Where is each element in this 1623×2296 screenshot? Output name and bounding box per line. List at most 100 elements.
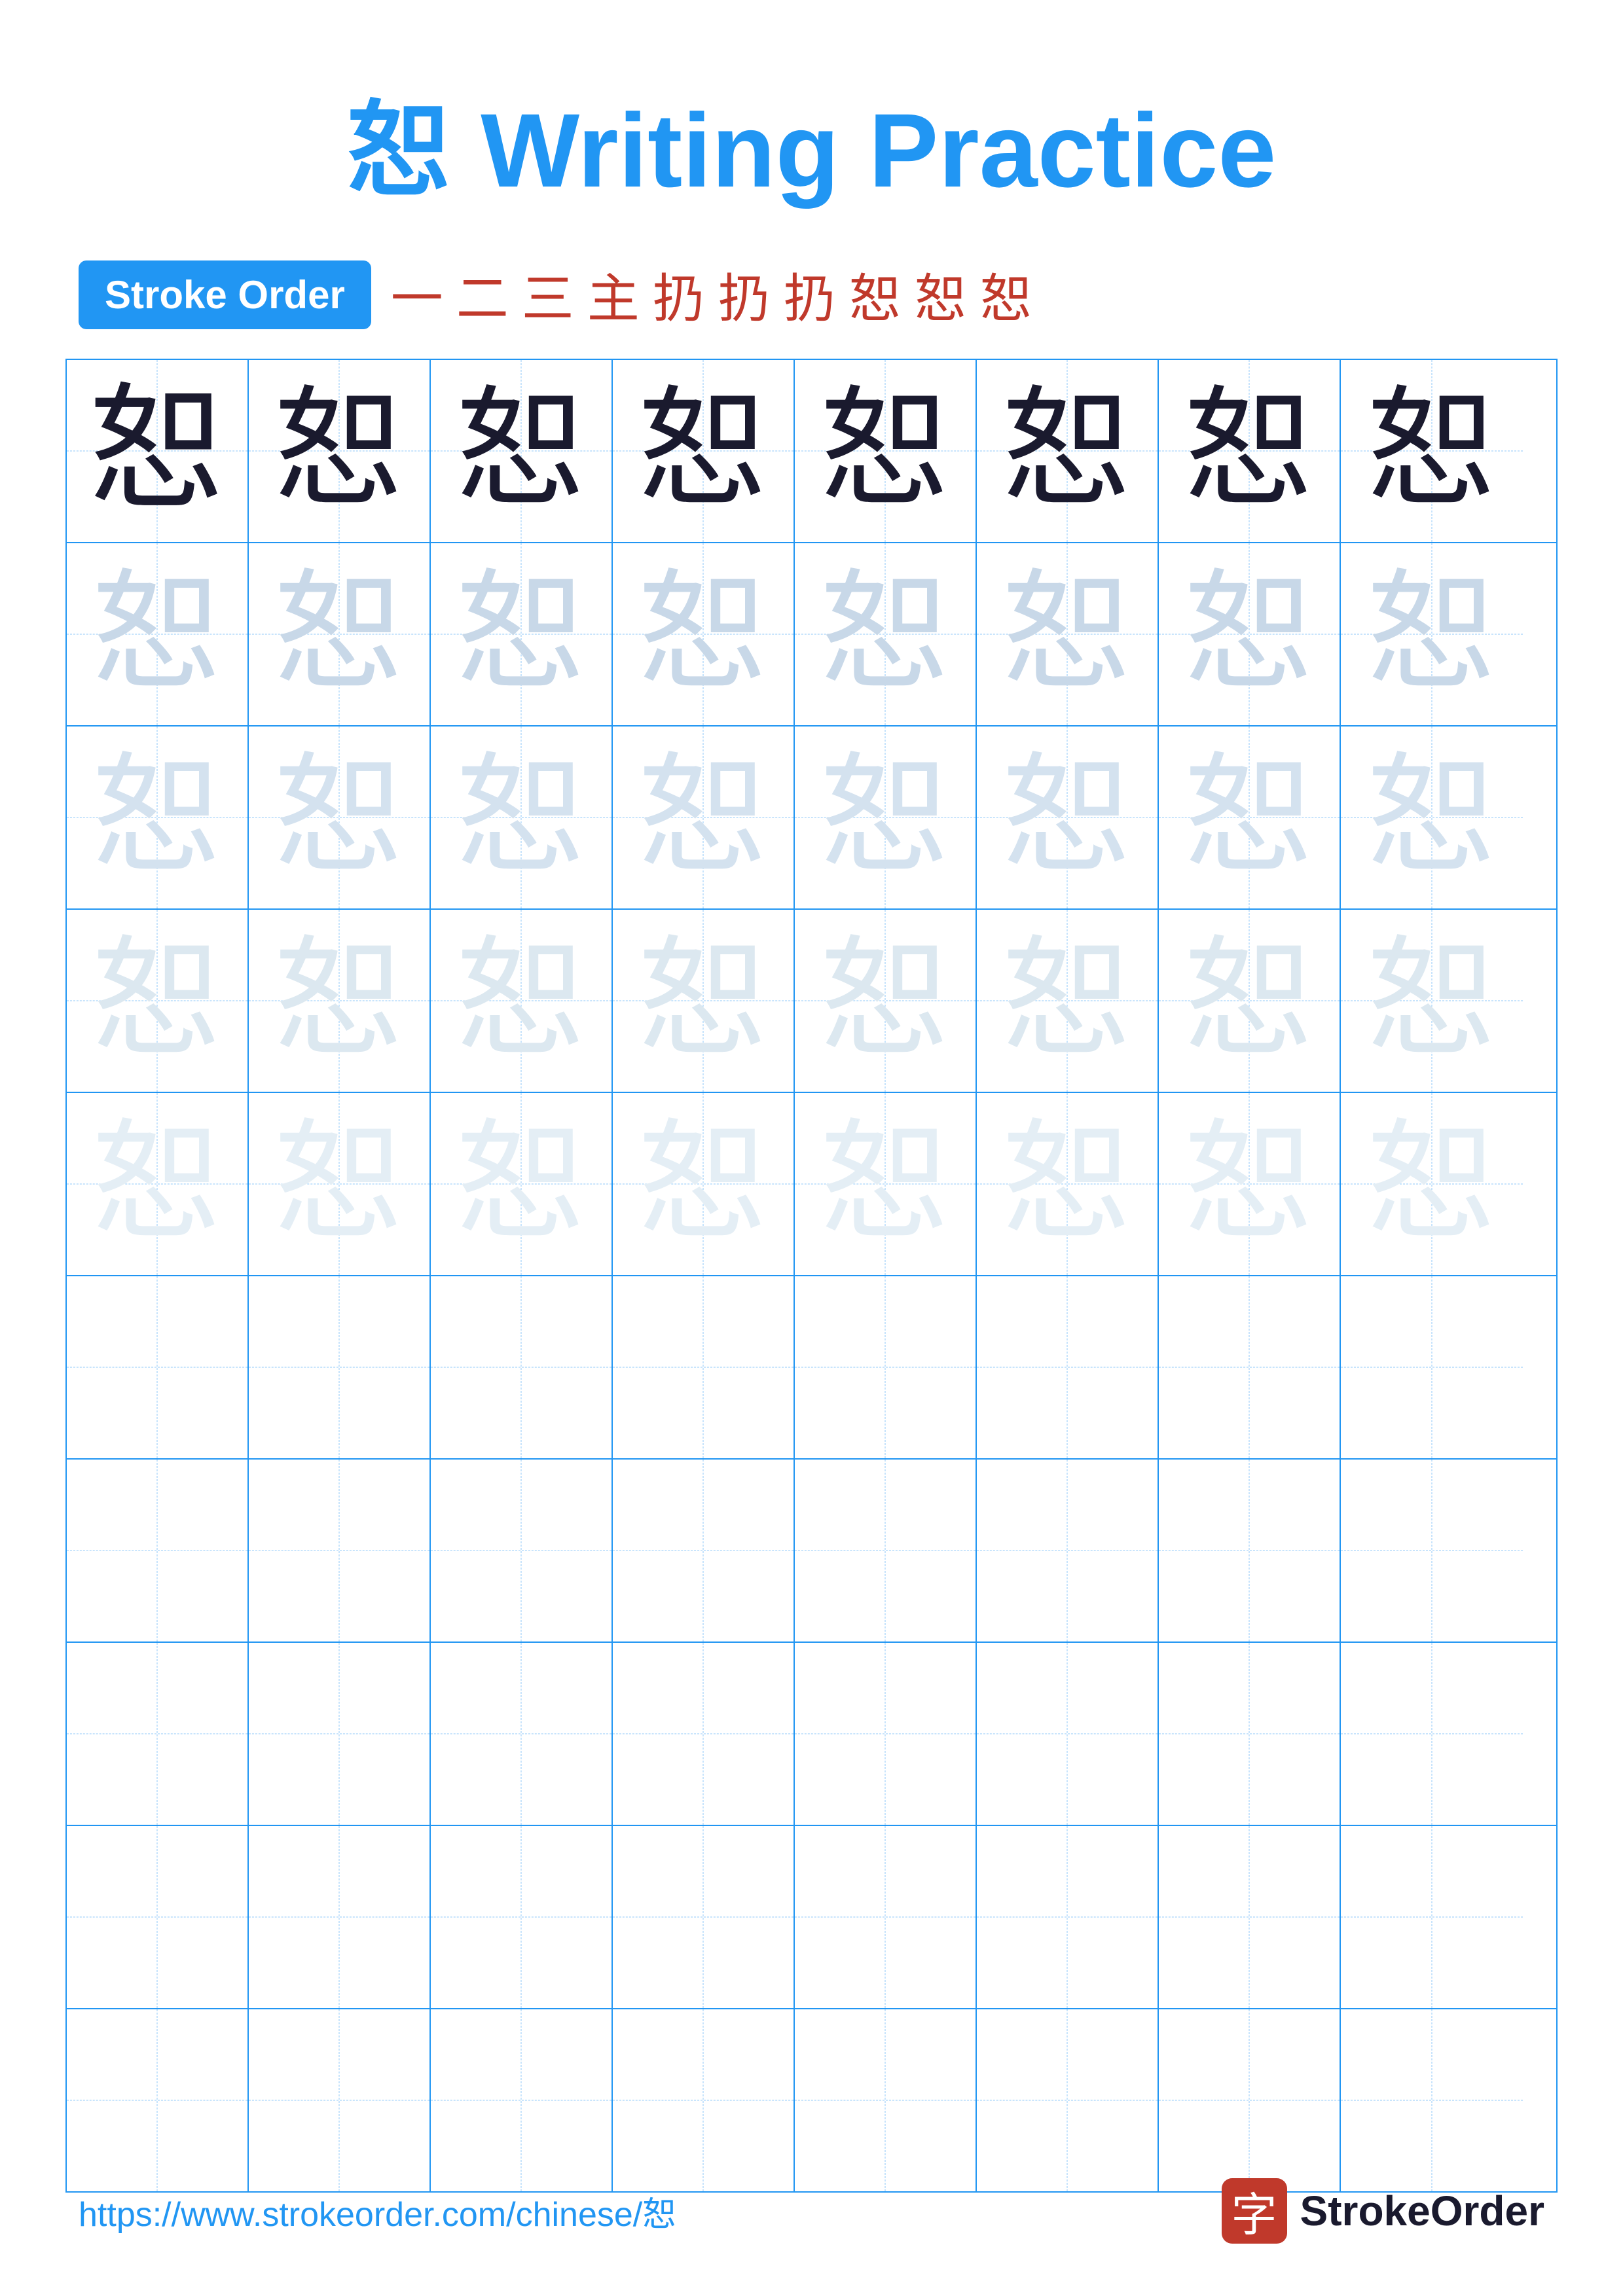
grid-row [67,1276,1556,1460]
grid-cell[interactable] [795,2009,977,2191]
grid-cell[interactable]: 恕 [431,910,613,1092]
grid-cell[interactable]: 恕 [977,910,1159,1092]
grid-cell[interactable]: 恕 [1341,1093,1523,1275]
grid-cell[interactable] [249,1643,431,1825]
grid-cell[interactable]: 恕 [613,360,795,542]
grid-cell[interactable]: 恕 [977,360,1159,542]
grid-cell[interactable] [249,1826,431,2008]
grid-cell[interactable] [1341,1643,1523,1825]
grid-cell[interactable]: 恕 [431,1093,613,1275]
grid-cell[interactable]: 恕 [1159,910,1341,1092]
grid-cell[interactable]: 恕 [431,726,613,908]
stroke-2: 二 [456,257,509,332]
practice-character: 恕 [1002,752,1133,883]
grid-cell[interactable]: 恕 [67,1093,249,1275]
grid-cell[interactable]: 恕 [1341,910,1523,1092]
grid-cell[interactable] [431,1276,613,1458]
grid-cell[interactable] [1159,1276,1341,1458]
grid-cell[interactable] [249,1276,431,1458]
grid-cell[interactable] [431,1826,613,2008]
grid-row [67,1643,1556,1826]
practice-character: 恕 [1184,935,1315,1066]
grid-cell[interactable]: 恕 [1159,360,1341,542]
grid-cell[interactable] [67,2009,249,2191]
grid-cell[interactable]: 恕 [613,726,795,908]
practice-character: 恕 [1366,752,1497,883]
grid-cell[interactable]: 恕 [795,726,977,908]
grid-cell[interactable] [431,1643,613,1825]
practice-character: 恕 [1184,752,1315,883]
grid-cell[interactable]: 恕 [977,1093,1159,1275]
grid-cell[interactable]: 恕 [977,543,1159,725]
grid-cell[interactable] [1341,2009,1523,2191]
grid-cell[interactable] [613,1276,795,1458]
grid-cell[interactable] [67,1826,249,2008]
grid-cell[interactable]: 恕 [613,910,795,1092]
grid-cell[interactable] [1159,1826,1341,2008]
grid-cell[interactable]: 恕 [249,726,431,908]
practice-character: 恕 [820,1119,951,1249]
grid-row: 恕恕恕恕恕恕恕恕 [67,543,1556,726]
grid-cell[interactable]: 恕 [67,360,249,542]
grid-cell[interactable] [613,1460,795,1641]
grid-cell[interactable]: 恕 [795,1093,977,1275]
practice-character: 恕 [820,935,951,1066]
grid-cell[interactable]: 恕 [1341,726,1523,908]
practice-character: 恕 [1184,569,1315,700]
grid-cell[interactable]: 恕 [1159,726,1341,908]
grid-cell[interactable]: 恕 [249,910,431,1092]
grid-cell[interactable]: 恕 [249,360,431,542]
grid-cell[interactable]: 恕 [795,360,977,542]
grid-cell[interactable]: 恕 [1159,1093,1341,1275]
grid-cell[interactable] [613,1826,795,2008]
practice-character: 恕 [1184,386,1315,516]
grid-cell[interactable]: 恕 [67,543,249,725]
grid-cell[interactable] [795,1276,977,1458]
grid-cell[interactable] [1341,1276,1523,1458]
grid-cell[interactable] [795,1460,977,1641]
grid-cell[interactable]: 恕 [67,726,249,908]
grid-cell[interactable] [1341,1826,1523,2008]
grid-cell[interactable]: 恕 [67,910,249,1092]
grid-cell[interactable]: 恕 [977,726,1159,908]
grid-cell[interactable] [67,1643,249,1825]
grid-cell[interactable] [977,1276,1159,1458]
grid-cell[interactable]: 恕 [613,543,795,725]
grid-cell[interactable]: 恕 [431,543,613,725]
logo-text: StrokeOrder [1300,2187,1544,2235]
grid-cell[interactable] [1159,1460,1341,1641]
grid-cell[interactable]: 恕 [1341,360,1523,542]
grid-cell[interactable] [67,1460,249,1641]
practice-character: 恕 [456,752,587,883]
grid-cell[interactable] [431,1460,613,1641]
stroke-9: 恕 [915,257,967,332]
practice-character: 恕 [456,569,587,700]
practice-character: 恕 [456,935,587,1066]
grid-cell[interactable]: 恕 [613,1093,795,1275]
grid-cell[interactable] [795,1826,977,2008]
grid-cell[interactable]: 恕 [795,543,977,725]
grid-cell[interactable]: 恕 [1159,543,1341,725]
grid-cell[interactable] [977,2009,1159,2191]
grid-cell[interactable]: 恕 [795,910,977,1092]
grid-cell[interactable] [613,2009,795,2191]
grid-cell[interactable] [1159,1643,1341,1825]
grid-cell[interactable] [977,1826,1159,2008]
grid-cell[interactable]: 恕 [249,543,431,725]
grid-cell[interactable]: 恕 [249,1093,431,1275]
grid-cell[interactable]: 恕 [431,360,613,542]
grid-cell[interactable] [67,1276,249,1458]
grid-cell[interactable] [431,2009,613,2191]
stroke-7: 扔 [784,257,836,332]
grid-cell[interactable] [1341,1460,1523,1641]
practice-character: 恕 [88,382,226,520]
stroke-10: 恕 [980,257,1032,332]
grid-cell[interactable] [249,2009,431,2191]
grid-cell[interactable] [613,1643,795,1825]
grid-cell[interactable] [1159,2009,1341,2191]
grid-cell[interactable] [249,1460,431,1641]
grid-cell[interactable] [977,1460,1159,1641]
grid-cell[interactable] [977,1643,1159,1825]
grid-cell[interactable] [795,1643,977,1825]
grid-cell[interactable]: 恕 [1341,543,1523,725]
